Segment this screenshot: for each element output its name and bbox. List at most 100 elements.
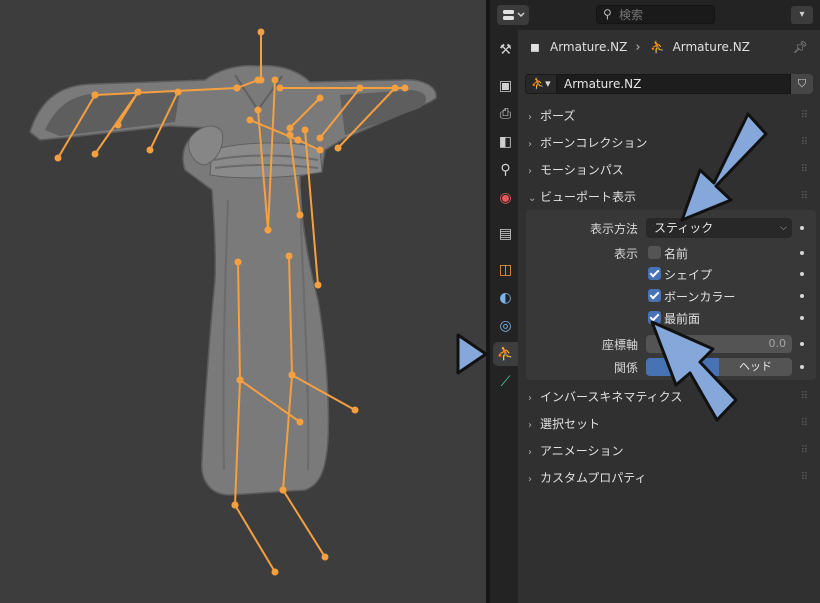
bone-joint[interactable] [233,84,241,92]
in-front-label[interactable]: 最前面 [664,310,700,327]
bone-joint[interactable] [288,371,296,379]
bone-joint[interactable] [316,94,324,102]
relation-head-button[interactable]: ヘッド [719,358,792,376]
bone-joint[interactable] [296,211,304,219]
bone-joint[interactable] [54,154,62,162]
panel-inverse-kinematics[interactable]: › インバースキネマティクス ⠿ [528,386,814,408]
bone-stick[interactable] [282,489,326,558]
keyframe-dot[interactable] [800,251,804,255]
panel-bone-collections[interactable]: › ボーンコレクション ⠿ [528,132,814,154]
names-checkbox[interactable] [648,246,661,259]
modifier-icon[interactable]: ◐ [493,286,518,310]
bone-joint[interactable] [236,376,244,384]
tool-icon[interactable]: ⚒ [493,38,518,62]
3d-viewport[interactable] [0,0,486,603]
search-input[interactable] [619,7,709,22]
grip-icon[interactable]: ⠿ [801,159,808,181]
grip-icon[interactable]: ⠿ [801,132,808,154]
object-icon[interactable]: ◫ [493,258,518,282]
bone-joint[interactable] [91,91,99,99]
grip-icon[interactable]: ⠿ [801,186,808,208]
bone-joint[interactable] [286,131,294,139]
datablock-name-field[interactable]: Armature.NZ [557,74,791,94]
object-data-icon: ◼ [530,40,540,54]
display-as-dropdown[interactable]: スティック ⌵ [646,218,792,238]
bone-joint[interactable] [314,281,322,289]
grip-icon[interactable]: ⠿ [801,413,808,435]
keyframe-dot[interactable] [800,272,804,276]
bone-joint[interactable] [174,88,182,96]
keyframe-dot[interactable] [800,342,804,346]
view-layer-icon[interactable]: ◧ [493,130,518,154]
bone-joint[interactable] [271,568,279,576]
chevron-down-icon: ⌵ [780,223,787,233]
bone-icon[interactable]: ⟋ [493,370,518,394]
bone-joint[interactable] [254,106,262,114]
bone-joint[interactable] [321,553,329,561]
keyframe-dot[interactable] [800,365,804,369]
bone-joint[interactable] [285,252,293,260]
panel-animation[interactable]: › アニメーション ⠿ [528,440,814,462]
bone-joint[interactable] [257,28,265,36]
bone-joint[interactable] [254,76,262,84]
grip-icon[interactable]: ⠿ [801,386,808,408]
physics-icon[interactable]: ◎ [493,314,518,338]
keyframe-dot[interactable] [800,294,804,298]
relation-tail-button[interactable] [646,358,719,376]
editor-type-button[interactable] [497,5,529,25]
world-icon[interactable]: ◉ [493,186,518,210]
bone-joint[interactable] [334,144,342,152]
bone-joint[interactable] [271,76,279,84]
bone-joint[interactable] [351,406,359,414]
bone-joint[interactable] [401,84,409,92]
shapes-label[interactable]: シェイプ [664,266,712,283]
options-dropdown-button[interactable]: ▾ [791,6,813,24]
bone-joint[interactable] [134,88,142,96]
bone-joint[interactable] [294,136,302,144]
bone-joint[interactable] [234,258,242,266]
bone-joint[interactable] [286,124,294,132]
panel-motion-paths[interactable]: › モーションパス ⠿ [528,159,814,181]
bone-joint[interactable] [391,84,399,92]
bone-joint[interactable] [91,150,99,158]
bone-joint[interactable] [114,121,122,129]
panel-custom-properties[interactable]: › カスタムプロパティ ⠿ [528,467,814,489]
pin-icon[interactable]: 📌︎ [793,40,808,54]
fake-user-button[interactable]: ⛉ [791,74,813,94]
bone-joint[interactable] [231,501,239,509]
output-icon[interactable]: ⎙ [493,102,518,126]
names-label[interactable]: 名前 [664,245,688,262]
viewport-canvas[interactable] [0,0,486,603]
grip-icon[interactable]: ⠿ [801,440,808,462]
bone-joint[interactable] [246,116,254,124]
bone-joint[interactable] [316,134,324,142]
bone-stick[interactable] [234,504,276,573]
properties-tabs: ⚒ ▣ ⎙ ◧ ⚲ ◉ ▤ ◫ ◐ ◎ ⛹ ⟋ [490,30,518,603]
panel-selection-sets[interactable]: › 選択セット ⠿ [528,413,814,435]
datablock-type-button[interactable]: ⛹▾ [525,74,557,94]
panel-pose[interactable]: › ポーズ ⠿ [528,105,814,127]
armature-data-icon[interactable]: ⛹ [493,342,518,366]
axes-slider[interactable]: 0.0 [646,335,792,353]
grip-icon[interactable]: ⠿ [801,105,808,127]
bone-joint[interactable] [316,146,324,154]
keyframe-dot[interactable] [800,316,804,320]
keyframe-dot[interactable] [800,226,804,230]
shapes-checkbox[interactable] [648,267,661,280]
bone-joint[interactable] [279,486,287,494]
bone-joint[interactable] [276,84,284,92]
grip-icon[interactable]: ⠿ [801,467,808,489]
bone-colors-label[interactable]: ボーンカラー [664,288,735,305]
bone-colors-checkbox[interactable] [648,289,661,302]
bone-joint[interactable] [146,146,154,154]
scene-icon[interactable]: ⚲ [493,158,518,182]
collection-icon[interactable]: ▤ [493,222,518,246]
panel-viewport-display[interactable]: ⌄ ビューポート表示 ⠿ [528,186,814,208]
bone-joint[interactable] [301,126,309,134]
search-field[interactable]: ⚲ [596,5,715,24]
bone-joint[interactable] [264,226,272,234]
bone-joint[interactable] [356,84,364,92]
in-front-checkbox[interactable] [648,311,661,324]
render-icon[interactable]: ▣ [493,74,518,98]
bone-joint[interactable] [296,418,304,426]
